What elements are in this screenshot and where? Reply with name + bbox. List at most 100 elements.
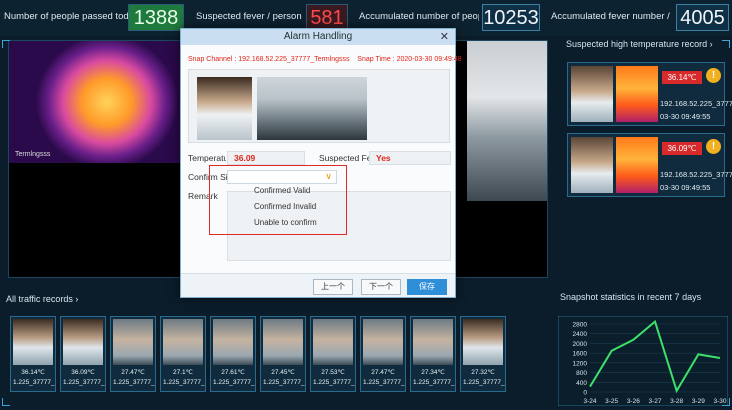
y-tick-label: 0 [583,390,587,397]
thumb-channel: 1.225_37777_1 [463,379,505,386]
thermal-snapshot [616,137,658,193]
thermal-camera-feed [9,41,187,163]
traffic-record-thumb[interactable]: 27.45℃ 1.225_37777_1 [260,316,306,392]
high-temperature-record-card[interactable]: 36.14℃ ! 192.168.52.225_37777_ 03-30 09:… [567,62,732,126]
thumb-temperature: 27.47℃ [371,369,395,376]
face-snapshot [313,319,353,365]
face-snapshot [413,319,453,365]
alarm-handling-dialog: Alarm Handling ✕ Snap Channel : 192.168.… [180,28,462,298]
traffic-record-thumb[interactable]: 27.34℃ 1.225_37777_1 [410,316,456,392]
thumb-channel: 1.225_37777_1 [413,379,455,386]
scene-snapshot[interactable] [257,77,367,140]
thumb-temperature: 36.14℃ [21,369,45,376]
traffic-record-thumb[interactable]: 27.53℃ 1.225_37777_1 [310,316,356,392]
traffic-record-thumb[interactable]: 27.47℃ 1.225_37777_1 [110,316,156,392]
option-confirmed-valid[interactable]: Confirmed Valid [254,186,310,195]
x-tick-label: 3-24 [583,398,596,405]
traffic-record-thumb[interactable]: 27.1℃ 1.225_37777_1 [160,316,206,392]
thermal-snapshot [616,66,658,122]
y-tick-label: 2000 [573,341,588,348]
y-tick-label: 1200 [573,360,588,367]
y-tick-label: 800 [576,370,587,377]
face-snapshot [571,66,613,122]
x-tick-label: 3-27 [648,398,661,405]
traffic-record-thumb[interactable]: 36.14℃ 1.225_37777_1 [10,316,56,392]
dialog-footer: 上一个 下一个 保存 [181,273,455,297]
dialog-title: Alarm Handling [283,31,353,42]
traffic-record-thumb[interactable]: 27.61℃ 1.225_37777_1 [210,316,256,392]
suspected-fever-field-value: Yes [369,151,451,165]
snap-channel: Snap Channel : 192.168.52.225_37777_Term… [188,56,350,63]
thumb-channel: 1.225_37777_1 [13,379,55,386]
thumb-temperature: 36.09℃ [71,369,95,376]
thumb-temperature: 27.1℃ [173,369,193,376]
high-temperature-record-card[interactable]: 36.09℃ ! 192.168.52.225_37777_ 03-30 09:… [567,133,732,197]
y-tick-label: 2800 [573,322,588,329]
app-root: Number of people passed today 1388 Suspe… [0,0,732,410]
chevron-right-icon: › [709,39,713,49]
thermal-channel-label: Termlngsss [15,151,51,158]
accumulated-fever-label: Accumulated fever number / pers [551,11,673,22]
thumb-temperature: 27.47℃ [121,369,145,376]
x-tick-label: 3-25 [605,398,618,405]
suspected-fever-label: Suspected fever / person [196,11,302,22]
thumb-channel: 1.225_37777_1 [363,379,405,386]
face-snapshot [363,319,403,365]
thumb-channel: 1.225_37777_1 [113,379,155,386]
face-snapshot [163,319,203,365]
snapshot-preview [188,69,450,143]
thumb-temperature: 27.45℃ [271,369,295,376]
temperature-label: Temperatu [188,153,226,163]
thumb-channel: 1.225_37777_1 [63,379,105,386]
accumulated-people-value: 10253 [482,4,540,31]
record-channel: 192.168.52.225_37777_ [660,99,732,108]
save-button[interactable]: 保存 [407,279,447,295]
y-tick-label: 1600 [573,351,588,358]
face-snapshot[interactable] [197,77,252,140]
traffic-record-thumb[interactable]: 27.47℃ 1.225_37777_1 [360,316,406,392]
high-temperature-record-title[interactable]: Suspected high temperature record › [566,39,713,49]
dialog-header: Alarm Handling ✕ [181,29,455,45]
suspected-fever-field-label: Suspected Fev [319,153,371,163]
thumb-channel: 1.225_37777_1 [213,379,255,386]
all-traffic-records-title[interactable]: All traffic records › [6,294,78,304]
thumb-channel: 1.225_37777_1 [313,379,355,386]
option-unable-to-confirm[interactable]: Unable to confirm [254,218,317,227]
x-tick-label: 3-29 [692,398,705,405]
traffic-records-strip: 36.14℃ 1.225_37777_1 36.09℃ 1.225_37777_1 … [6,316,550,398]
face-snapshot [13,319,53,365]
visible-camera-feed [467,41,547,201]
thumb-channel: 1.225_37777_1 [163,379,205,386]
face-snapshot [213,319,253,365]
passed-today-label: Number of people passed today [4,11,128,22]
close-icon[interactable]: ✕ [440,30,449,43]
thumb-temperature: 27.53℃ [321,369,345,376]
frame-corner [2,398,10,406]
face-snapshot [113,319,153,365]
traffic-record-thumb[interactable]: 27.32℃ 1.225_37777_1 [460,316,506,392]
temperature-badge: 36.09℃ [662,142,702,155]
y-tick-label: 2400 [573,331,588,338]
face-snapshot [63,319,103,365]
snap-time: Snap Time : 2020-03-30 09:49:48 [357,56,462,63]
x-tick-label: 3-26 [627,398,640,405]
frame-corner [2,40,10,48]
traffic-record-thumb[interactable]: 36.09℃ 1.225_37777_1 [60,316,106,392]
snap-info: Snap Channel : 192.168.52.225_37777_Term… [188,56,462,63]
frame-corner [722,40,730,48]
accumulated-fever-value: 4005 [676,4,729,31]
warning-icon: ! [706,139,721,154]
option-confirmed-invalid[interactable]: Confirmed Invalid [254,202,316,211]
thumb-channel: 1.225_37777_1 [263,379,305,386]
thumb-temperature: 27.34℃ [421,369,445,376]
previous-button[interactable]: 上一个 [313,279,353,295]
next-button[interactable]: 下一个 [361,279,401,295]
face-snapshot [463,319,503,365]
confirm-situation-dropdown: Confirmed Valid Confirmed Invalid Unable… [209,165,347,235]
chevron-right-icon: › [75,294,79,304]
record-channel: 192.168.52.225_37777_ [660,170,732,179]
snapshot-statistics-title: Snapshot statistics in recent 7 days [560,292,702,302]
temperature-badge: 36.14℃ [662,71,702,84]
high-temperature-record-title-text: Suspected high temperature record [566,39,708,49]
frame-corner [722,398,730,406]
